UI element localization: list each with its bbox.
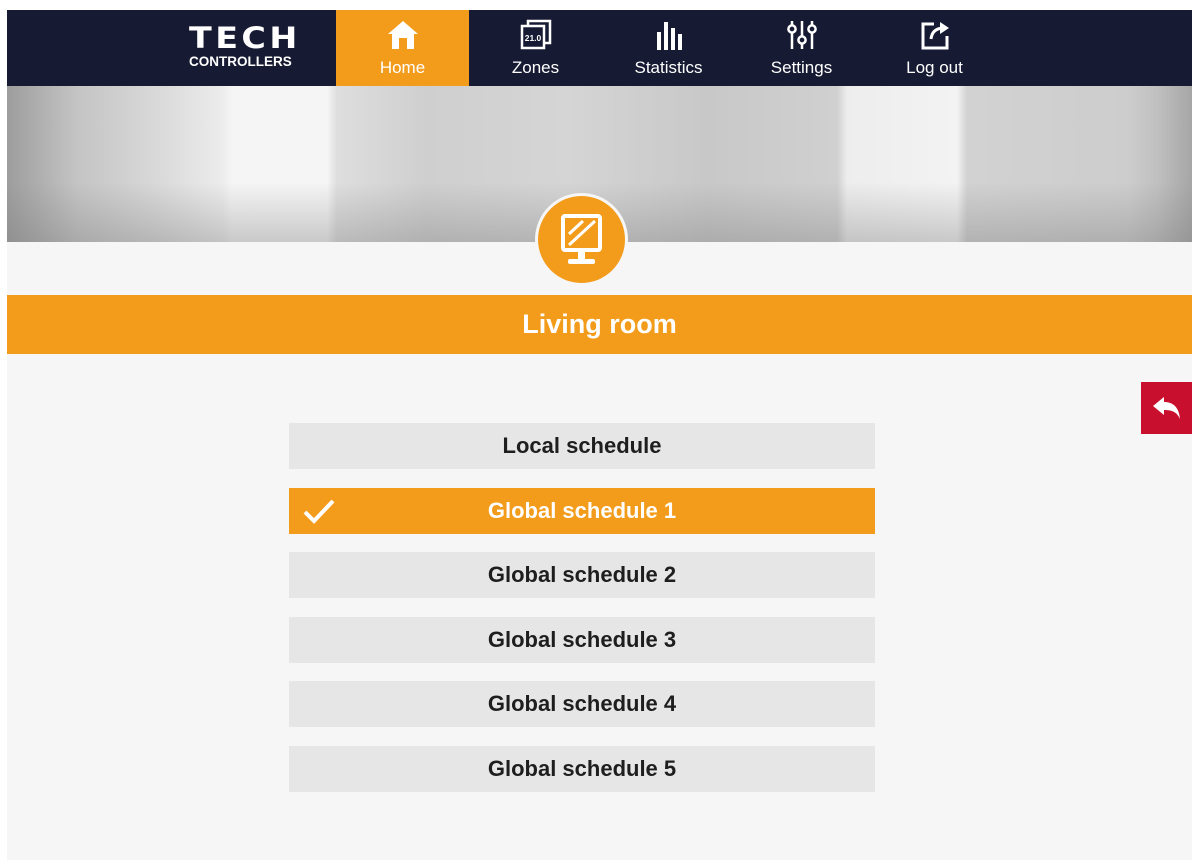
tech-controllers-logo[interactable]: TECH CONTROLLERS xyxy=(189,24,311,74)
schedule-option-global-1[interactable]: Global schedule 1 xyxy=(289,488,875,534)
nav-statistics-label: Statistics xyxy=(634,58,703,77)
nav-settings[interactable]: Settings xyxy=(735,10,868,86)
zones-icon-badge: 21.0 xyxy=(524,33,541,43)
zone-display-icon: 21.0 xyxy=(520,19,551,50)
bar-chart-icon xyxy=(656,22,682,50)
nav-zones[interactable]: 21.0 Zones xyxy=(469,10,602,86)
schedule-option-label: Global schedule 4 xyxy=(487,691,677,716)
schedule-option-global-2[interactable]: Global schedule 2 xyxy=(289,552,875,598)
schedule-option-label: Global schedule 5 xyxy=(487,756,677,781)
home-icon xyxy=(387,21,418,49)
logo-sub: CONTROLLERS xyxy=(189,54,292,69)
zone-title: Living room xyxy=(522,309,677,339)
schedule-option-label: Global schedule 1 xyxy=(487,498,677,523)
schedule-option-label: Global schedule 3 xyxy=(487,627,677,652)
nav-zones-label: Zones xyxy=(511,58,560,77)
nav-statistics[interactable]: Statistics xyxy=(602,10,735,86)
nav-logout-label: Log out xyxy=(906,58,963,77)
nav-settings-label: Settings xyxy=(770,58,833,77)
top-navigation: TECH CONTROLLERS Home 21.0 Zones Statist… xyxy=(7,10,1192,86)
zone-icon-badge xyxy=(535,193,628,286)
zone-title-bar: Living room xyxy=(7,295,1192,354)
thermostat-panel-icon xyxy=(561,214,602,264)
app-frame: TECH CONTROLLERS Home 21.0 Zones Statist… xyxy=(7,10,1192,860)
schedule-option-global-5[interactable]: Global schedule 5 xyxy=(289,746,875,792)
schedule-option-local[interactable]: Local schedule xyxy=(289,423,875,469)
checkmark-icon xyxy=(303,499,335,524)
back-button[interactable] xyxy=(1141,382,1192,434)
nav-home-label: Home xyxy=(379,58,426,77)
schedule-option-global-4[interactable]: Global schedule 4 xyxy=(289,681,875,727)
logout-icon xyxy=(921,22,949,50)
sliders-icon xyxy=(786,21,817,49)
schedule-option-global-3[interactable]: Global schedule 3 xyxy=(289,617,875,663)
back-arrow-icon xyxy=(1153,397,1180,419)
nav-home[interactable]: Home xyxy=(336,10,469,86)
schedule-option-label: Global schedule 2 xyxy=(487,562,677,587)
schedule-option-label: Local schedule xyxy=(502,433,662,458)
nav-logout[interactable]: Log out xyxy=(868,10,1001,86)
logo-word: TECH xyxy=(189,21,301,55)
